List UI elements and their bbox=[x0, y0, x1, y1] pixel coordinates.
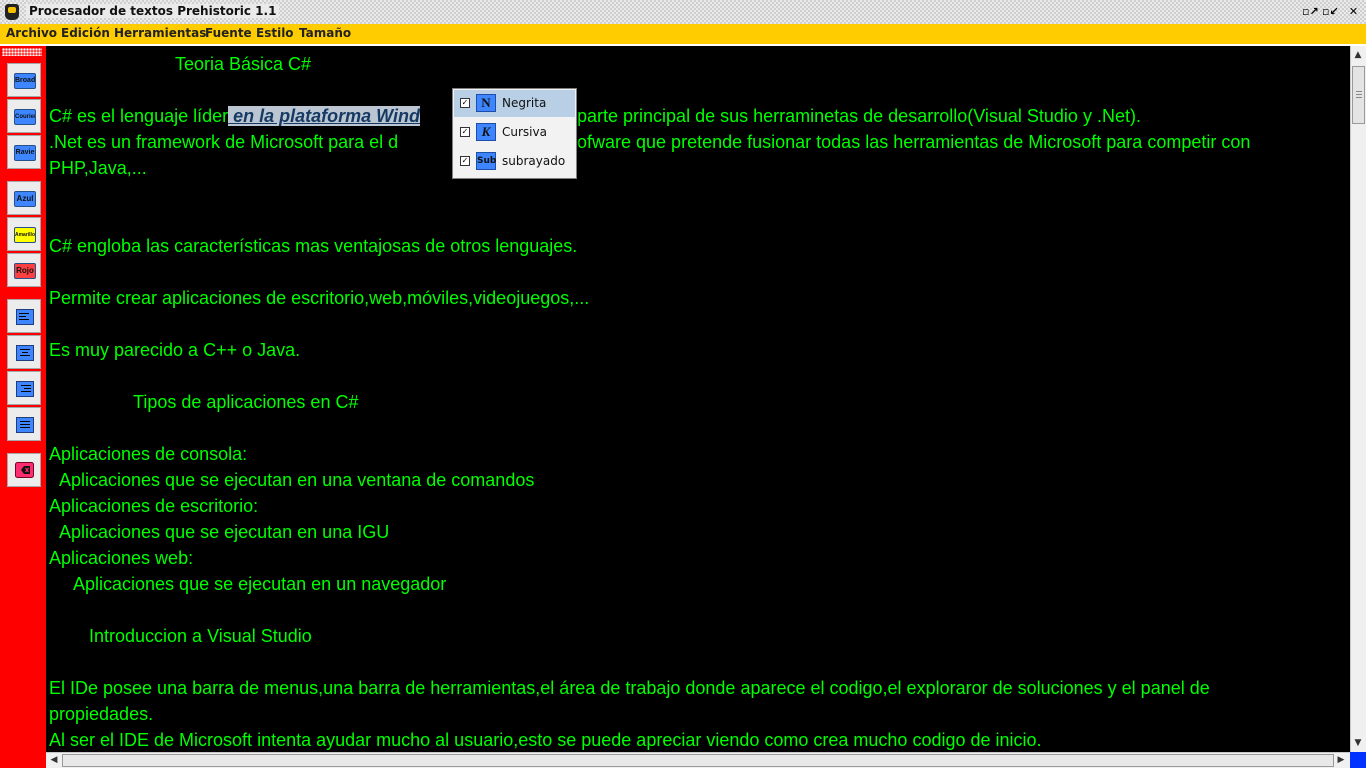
font-broad-icon: Broad bbox=[14, 73, 36, 89]
title-bar: Procesador de textos Prehistoric 1.1 ▫↗ … bbox=[0, 0, 1366, 24]
doc-title-tipos: Tipos de aplicaciones en C# bbox=[133, 392, 359, 412]
italic-icon: K bbox=[476, 123, 496, 141]
doc-paragraph-1-tail: parte principal de sus herraminetas de d… bbox=[577, 106, 1141, 126]
scroll-corner bbox=[1350, 752, 1366, 768]
doc-paragraph-5: Es muy parecido a C++ o Java. bbox=[49, 340, 301, 360]
maximize-icon[interactable]: ▫↙ bbox=[1322, 4, 1339, 19]
doc-app-consola: Aplicaciones de consola: bbox=[49, 444, 248, 464]
cursiva-label: Cursiva bbox=[502, 125, 547, 139]
scroll-down-icon[interactable]: ▼ bbox=[1351, 736, 1365, 750]
align-justify-icon bbox=[16, 417, 34, 433]
horizontal-scrollbar[interactable]: ◀ ▶ bbox=[46, 752, 1350, 768]
p1-text: C# es el lenguaje líder bbox=[49, 106, 229, 126]
doc-app-web: Aplicaciones web: bbox=[49, 548, 194, 568]
color-amarillo-button[interactable]: Amarillo bbox=[7, 217, 41, 251]
popup-item-negrita[interactable]: ✓ N Negrita bbox=[454, 90, 575, 117]
doc-app-web-desc: Aplicaciones que se ejecutan en un naveg… bbox=[73, 574, 447, 594]
window-title: Procesador de textos Prehistoric 1.1 bbox=[26, 4, 280, 18]
doc-app-escritorio-desc: Aplicaciones que se ejecutan en una IGU bbox=[59, 522, 390, 542]
align-right-button[interactable] bbox=[7, 371, 41, 405]
align-left-button[interactable] bbox=[7, 299, 41, 333]
menu-bar: Archivo Edición Herramientas Fuente Esti… bbox=[0, 24, 1366, 46]
menu-fuente[interactable]: Fuente bbox=[205, 26, 252, 40]
menu-archivo[interactable]: Archivo bbox=[6, 26, 57, 40]
close-icon[interactable]: ✕ bbox=[1346, 4, 1361, 19]
scroll-right-icon[interactable]: ▶ bbox=[1334, 753, 1348, 767]
font-ravie-button[interactable]: Ravie bbox=[7, 135, 41, 169]
doc-paragraph-2-tail: ofware que pretende fusionar todas las h… bbox=[577, 132, 1251, 152]
color-amarillo-icon: Amarillo bbox=[14, 227, 36, 243]
doc-title-teoria: Teoria Básica C# bbox=[175, 54, 312, 74]
subrayado-checkbox[interactable]: ✓ bbox=[460, 156, 470, 166]
doc-paragraph-3: C# engloba las características mas venta… bbox=[49, 236, 578, 256]
color-rojo-button[interactable]: Rojo bbox=[7, 253, 41, 287]
scroll-up-icon[interactable]: ▲ bbox=[1351, 48, 1365, 62]
toolbar-grip[interactable] bbox=[2, 48, 42, 56]
doc-paragraph-7: Al ser el IDE de Microsoft intenta ayuda… bbox=[49, 730, 1042, 750]
vertical-scroll-thumb[interactable] bbox=[1352, 66, 1365, 124]
font-courier-button[interactable]: Courier bbox=[7, 99, 41, 133]
doc-paragraph-6: El IDe posee una barra de menus,una barr… bbox=[49, 678, 1210, 698]
doc-app-escritorio: Aplicaciones de escritorio: bbox=[49, 496, 259, 516]
selected-text: en la plataforma Wind bbox=[228, 106, 420, 126]
document-area[interactable]: Teoria Básica C# C# es el lenguaje líder… bbox=[46, 46, 1350, 752]
align-center-icon bbox=[16, 345, 34, 361]
style-popup-menu: ✓ N Negrita ✓ K Cursiva ✓ Sub subrayado bbox=[452, 88, 577, 179]
doc-paragraph-1: C# es el lenguaje líder en la plataforma… bbox=[49, 106, 420, 127]
popup-item-cursiva[interactable]: ✓ K Cursiva bbox=[454, 119, 575, 146]
negrita-checkbox[interactable]: ✓ bbox=[460, 98, 470, 108]
font-courier-icon: Courier bbox=[14, 109, 36, 125]
restore-icon[interactable]: ▫↗ bbox=[1302, 4, 1319, 19]
menu-estilo[interactable]: Estilo bbox=[256, 26, 294, 40]
color-azul-button[interactable]: Azul bbox=[7, 181, 41, 215]
menu-tamano[interactable]: Tamaño bbox=[299, 26, 351, 40]
underline-icon: Sub bbox=[476, 152, 496, 170]
align-right-icon bbox=[16, 381, 34, 397]
align-center-button[interactable] bbox=[7, 335, 41, 369]
color-rojo-icon: Rojo bbox=[14, 263, 36, 279]
doc-paragraph-6-line2: propiedades. bbox=[49, 704, 154, 724]
color-azul-icon: Azul bbox=[14, 191, 36, 207]
menu-herramientas[interactable]: Herramientas bbox=[114, 26, 206, 40]
scroll-left-icon[interactable]: ◀ bbox=[47, 753, 61, 767]
tool-bar: Broad Courier Ravie Azul Amarillo Rojo bbox=[0, 46, 46, 768]
app-icon bbox=[5, 4, 19, 20]
negrita-label: Negrita bbox=[502, 96, 547, 110]
horizontal-scroll-thumb[interactable] bbox=[62, 754, 1334, 767]
menu-edicion[interactable]: Edición bbox=[61, 26, 110, 40]
delete-button[interactable] bbox=[7, 453, 41, 487]
align-left-icon bbox=[16, 309, 34, 325]
doc-title-visual-studio: Introduccion a Visual Studio bbox=[89, 626, 312, 646]
subrayado-label: subrayado bbox=[502, 154, 566, 168]
delete-icon bbox=[15, 462, 34, 478]
cursiva-checkbox[interactable]: ✓ bbox=[460, 127, 470, 137]
doc-app-consola-desc: Aplicaciones que se ejecutan en una vent… bbox=[59, 470, 535, 490]
vertical-scrollbar[interactable]: ▲ ▼ bbox=[1350, 46, 1366, 752]
font-broad-button[interactable]: Broad bbox=[7, 63, 41, 97]
align-justify-button[interactable] bbox=[7, 407, 41, 441]
bold-icon: N bbox=[476, 94, 496, 112]
popup-item-subrayado[interactable]: ✓ Sub subrayado bbox=[454, 148, 575, 175]
doc-paragraph-2-line2: PHP,Java,... bbox=[49, 158, 147, 178]
doc-paragraph-2: .Net es un framework de Microsoft para e… bbox=[49, 132, 399, 152]
doc-paragraph-4: Permite crear aplicaciones de escritorio… bbox=[49, 288, 590, 308]
font-ravie-icon: Ravie bbox=[14, 145, 36, 161]
